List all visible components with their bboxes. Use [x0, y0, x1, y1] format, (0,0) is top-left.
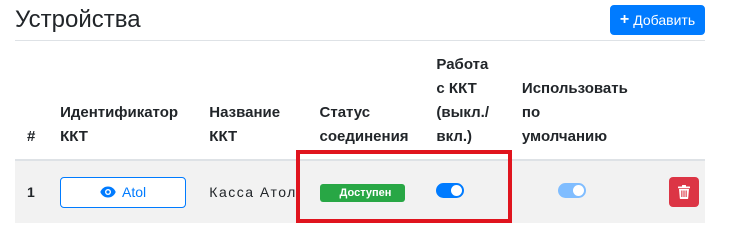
header-number: #	[15, 41, 55, 161]
header-device-name: Название ККТ	[203, 41, 314, 161]
header-connection-status: Статус соединения	[313, 41, 431, 161]
device-id-button[interactable]: Atol	[60, 176, 187, 208]
plus-icon: +	[619, 11, 630, 28]
default-toggle-knob	[572, 185, 584, 196]
header-work-line3: (выкл./	[436, 104, 489, 121]
device-id-label: Atol	[122, 184, 147, 200]
header-device-id-line2: ККТ	[60, 128, 88, 145]
header-device-id: Идентификатор ККТ	[54, 41, 204, 161]
trash-icon	[678, 185, 690, 199]
add-device-button[interactable]: + Добавить	[610, 5, 705, 35]
devices-page: Устройства + Добавить # Идентификатор КК…	[0, 0, 738, 249]
header-status-line2: соединения	[319, 128, 409, 145]
header-default-line2: по	[521, 104, 541, 121]
table-row: 1 Atol Касса Атол Доступен	[15, 160, 705, 223]
header-work-line2: с ККТ	[436, 80, 477, 97]
row-number: 1	[15, 160, 55, 223]
row-actions-cell	[647, 160, 705, 223]
header-default-line1: Использовать	[521, 80, 628, 97]
default-toggle-switch[interactable]	[557, 183, 586, 198]
row-work-toggle-cell	[430, 160, 516, 223]
header-work-line1: Работа	[436, 56, 489, 73]
eye-icon	[100, 186, 116, 198]
add-button-label: Добавить	[633, 12, 696, 28]
header-default: Использовать по умолчанию	[515, 41, 647, 161]
work-toggle-knob	[451, 185, 463, 196]
delete-button[interactable]	[669, 177, 699, 207]
row-status-cell: Доступен	[313, 160, 431, 223]
header-work-line4: вкл.)	[436, 128, 473, 145]
table-header-row: # Идентификатор ККТ Название ККТ Статус …	[15, 41, 705, 161]
header-number-label: #	[27, 128, 36, 145]
device-name: Касса Атол	[209, 184, 297, 200]
page-title: Устройства	[15, 6, 141, 33]
status-badge: Доступен	[319, 183, 406, 202]
row-device-id-cell: Atol	[54, 160, 204, 223]
row-default-toggle-cell	[515, 160, 647, 223]
devices-table: # Идентификатор ККТ Название ККТ Статус …	[15, 41, 705, 223]
header-device-name-line2: ККТ	[209, 128, 238, 145]
header-default-line3: умолчанию	[521, 128, 608, 145]
header-device-name-line1: Название	[209, 104, 281, 121]
header-status-line1: Статус	[319, 104, 371, 121]
row-device-name-cell: Касса Атол	[203, 160, 314, 223]
header-device-id-line1: Идентификатор	[60, 104, 179, 121]
header-actions	[647, 41, 705, 161]
header-work-toggle: Работа с ККТ (выкл./ вкл.)	[430, 41, 516, 161]
work-toggle-switch[interactable]	[436, 183, 465, 198]
